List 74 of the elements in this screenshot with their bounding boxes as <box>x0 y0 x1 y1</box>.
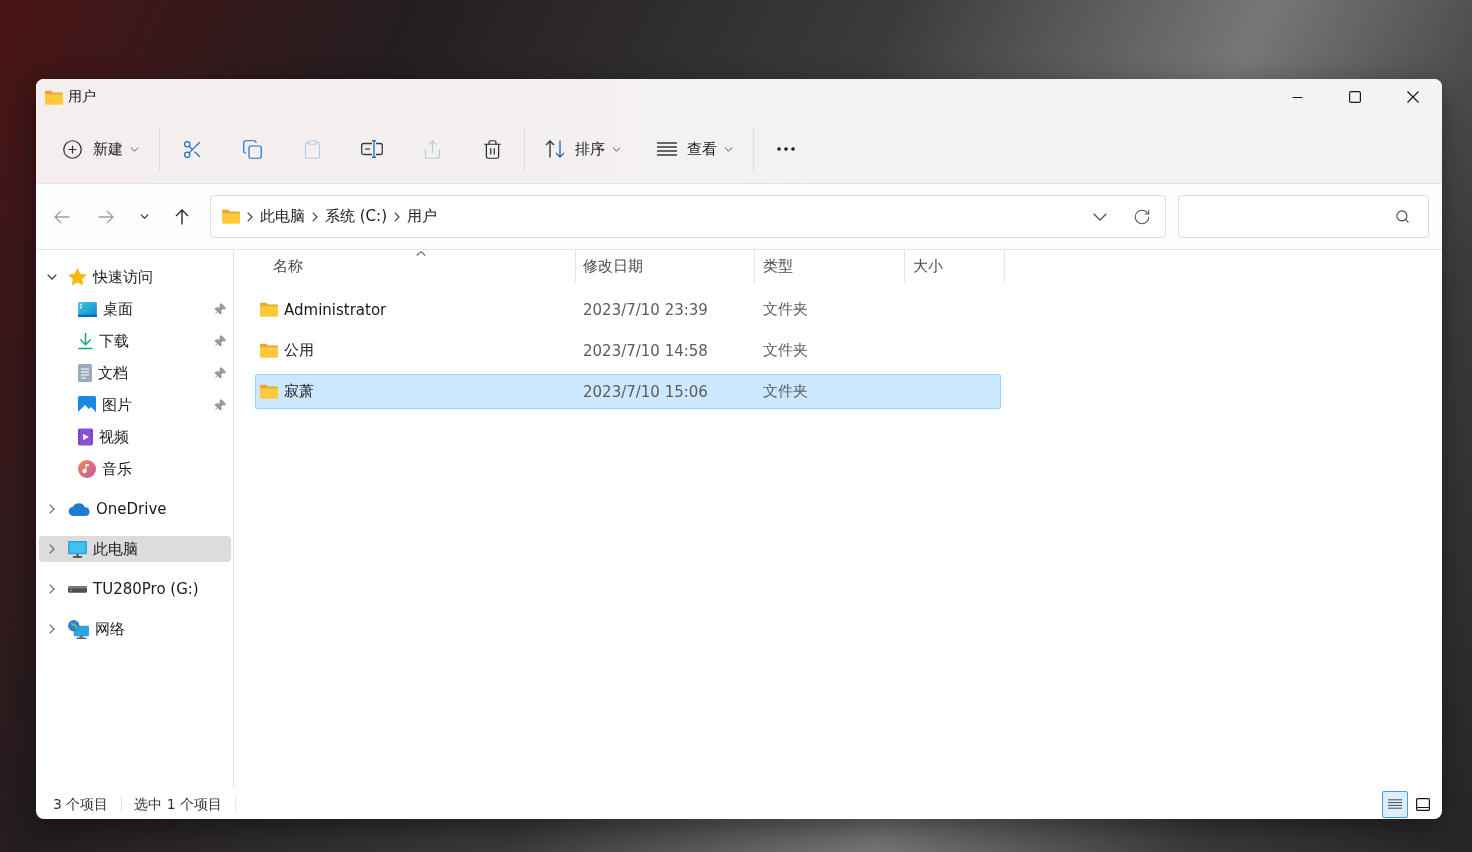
search-icon <box>1395 209 1410 224</box>
file-name: 寂萧 <box>284 382 314 401</box>
chevron-down-icon <box>1093 212 1107 221</box>
file-name: 公用 <box>284 341 314 360</box>
column-header[interactable]: 名称 <box>255 250 576 283</box>
column-header[interactable]: 类型 <box>755 250 905 283</box>
details-view-button[interactable] <box>1382 790 1408 818</box>
file-row[interactable]: 公用 2023/7/10 14:58 文件夹 <box>255 333 1001 368</box>
tile-square-icon <box>1416 797 1430 811</box>
chevron-right-icon[interactable] <box>47 544 57 554</box>
new-button[interactable]: 新建 <box>54 129 147 169</box>
address-bar[interactable]: 此电脑 系统 (C:) 用户 <box>210 195 1166 238</box>
chevron-right-icon[interactable] <box>394 211 400 222</box>
file-row[interactable]: 寂萧 2023/7/10 15:06 文件夹 <box>255 374 1001 409</box>
picture-icon <box>78 396 96 414</box>
close-icon <box>1407 91 1419 103</box>
search-field[interactable] <box>1178 195 1429 238</box>
sort-button[interactable]: 排序 <box>537 129 629 169</box>
breadcrumb[interactable]: 系统 (C:) <box>325 207 387 226</box>
folder-icon <box>260 302 278 317</box>
folder-icon <box>260 343 278 358</box>
chevron-right-icon[interactable] <box>247 211 253 222</box>
folder-icon <box>260 384 278 399</box>
network-icon <box>68 619 89 639</box>
refresh-icon <box>1133 207 1151 226</box>
list-lines-icon <box>1388 798 1402 810</box>
column-header[interactable]: 大小 <box>905 250 1005 283</box>
file-type: 文件夹 <box>762 300 809 319</box>
file-type: 文件夹 <box>762 341 809 360</box>
video-icon <box>78 428 93 446</box>
date-modified: 2023/7/10 15:06 <box>582 382 709 401</box>
date-modified: 2023/7/10 14:58 <box>582 341 709 360</box>
view-button[interactable]: 查看 <box>649 129 741 169</box>
chevron-right-icon[interactable] <box>47 584 57 594</box>
minimize-icon <box>1291 96 1303 98</box>
cloud-icon <box>68 502 90 516</box>
window-title: 用户 <box>68 88 96 106</box>
chevron-right-icon[interactable] <box>47 504 57 514</box>
monitor-icon <box>68 540 87 558</box>
star-icon <box>68 268 87 286</box>
chevron-right-icon[interactable] <box>312 211 318 222</box>
status-text: 选中 1 个项目 <box>134 795 237 813</box>
breadcrumb[interactable]: 用户 <box>407 207 437 226</box>
column-header[interactable]: 修改日期 <box>576 250 755 283</box>
nav-item[interactable]: 网络 <box>39 616 231 642</box>
drive-icon <box>68 585 87 593</box>
desktop-icon <box>78 301 97 317</box>
nav-item[interactable]: 快速访问 <box>39 264 231 290</box>
file-name: Administrator <box>284 300 387 319</box>
nav-item[interactable]: TU280Pro (G:) <box>39 576 231 602</box>
nav-item[interactable]: 下载 <box>39 328 231 354</box>
breadcrumb[interactable]: 此电脑 <box>260 207 305 226</box>
caret-icon <box>724 146 733 152</box>
caret-icon <box>612 146 621 152</box>
music-note-icon <box>78 460 96 478</box>
nav-item[interactable]: 文档 <box>39 360 231 386</box>
status-text: 3 个项目 <box>53 795 123 813</box>
maximize-icon <box>1349 91 1361 103</box>
nav-item[interactable]: OneDrive <box>39 496 231 522</box>
nav-item[interactable]: 视频 <box>39 424 231 450</box>
caret-icon <box>130 146 139 152</box>
chevron-right-icon[interactable] <box>47 624 57 634</box>
folder-icon <box>222 209 240 224</box>
nav-item[interactable]: 音乐 <box>39 456 231 482</box>
nav-item[interactable]: 图片 <box>39 392 231 418</box>
download-arrow-icon <box>78 332 93 350</box>
document-icon <box>78 364 92 382</box>
date-modified: 2023/7/10 23:39 <box>582 300 709 319</box>
file-type: 文件夹 <box>762 382 809 401</box>
file-row[interactable]: Administrator 2023/7/10 23:39 文件夹 <box>255 292 1001 327</box>
chevron-down-icon[interactable] <box>47 272 57 282</box>
folder-icon <box>45 89 63 105</box>
nav-item[interactable]: 桌面 <box>39 296 231 322</box>
nav-item[interactable]: 此电脑 <box>39 536 231 562</box>
